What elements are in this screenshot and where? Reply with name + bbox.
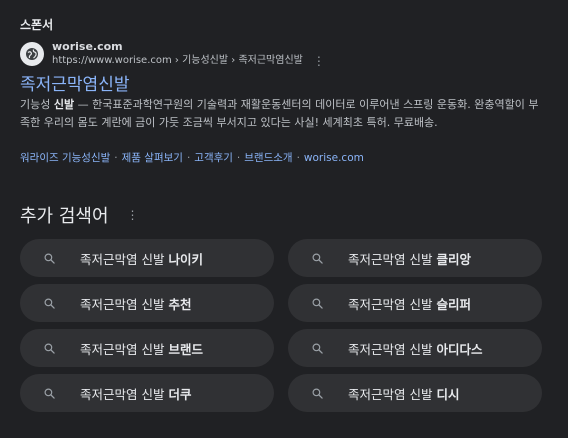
chip-keyword: 디시 [436,386,460,402]
sitelink[interactable]: 제품 살펴보기 [122,152,183,164]
more-vert-icon[interactable]: ⋮ [313,54,325,68]
chip-keyword: 아디다스 [436,341,483,357]
ad-description-lead: 기능성 [20,98,54,111]
sitelink[interactable]: 워라이즈 기능성신발 [20,152,110,164]
chip-keyword: 더쿠 [168,386,192,402]
more-vert-icon[interactable]: ⋮ [127,208,139,222]
sponsor-label: 스폰서 [20,18,54,32]
related-search-chip[interactable]: 족저근막염 신발 브랜드 [20,329,274,367]
chip-keyword: 브랜드 [168,341,203,357]
site-url-row: https://www.worise.com › 기능성신발 › 족저근막염신발… [52,54,325,68]
chip-keyword: 추천 [168,296,192,312]
chip-text: 족저근막염 신발 나이키 [80,249,203,268]
related-search-chip[interactable]: 족저근막염 신발 추천 [20,284,274,322]
globe-icon [20,42,44,66]
search-icon [44,253,55,264]
sitelink[interactable]: 고객후기 [194,152,233,164]
chip-text: 족저근막염 신발 디시 [348,384,459,403]
ad-title-link[interactable]: 족저근막염신발 [20,70,129,95]
search-icon [44,388,55,399]
related-search-chip[interactable]: 족저근막염 신발 슬리퍼 [288,284,542,322]
related-search-chip[interactable]: 족저근막염 신발 디시 [288,374,542,412]
chip-keyword: 슬리퍼 [436,296,471,312]
search-icon [312,298,323,309]
advertiser-site-row[interactable]: worise.com https://www.worise.com › 기능성신… [20,40,325,68]
ad-description-bold: 신발 [53,98,75,111]
chip-prefix: 족저근막염 신발 [348,341,437,357]
chip-text: 족저근막염 신발 슬리퍼 [348,294,471,313]
more-searches-header: 추가 검색어 ⋮ [20,202,139,228]
related-search-chip[interactable]: 족저근막염 신발 클리앙 [288,239,542,277]
site-name[interactable]: worise.com [52,40,325,54]
chip-prefix: 족저근막염 신발 [348,251,437,267]
ad-description-rest: — 한국표준과학연구원의 기술력과 재활운동센터의 데이터로 이루어낸 스프링 … [20,98,539,129]
chip-text: 족저근막염 신발 추천 [80,294,191,313]
chip-prefix: 족저근막염 신발 [80,386,169,402]
related-search-chip[interactable]: 족저근막염 신발 아디다스 [288,329,542,367]
chip-text: 족저근막염 신발 클리앙 [348,249,471,268]
ad-description: 기능성 신발 — 한국표준과학연구원의 기술력과 재활운동센터의 데이터로 이루… [20,96,540,132]
more-searches-title: 추가 검색어 [20,206,109,227]
chip-prefix: 족저근막염 신발 [80,251,169,267]
search-icon [44,298,55,309]
chip-prefix: 족저근막염 신발 [80,296,169,312]
chip-prefix: 족저근막염 신발 [348,296,437,312]
search-icon [312,343,323,354]
chip-text: 족저근막염 신발 브랜드 [80,339,203,358]
search-icon [312,253,323,264]
related-search-chip[interactable]: 족저근막염 신발 나이키 [20,239,274,277]
search-icon [44,343,55,354]
chip-keyword: 클리앙 [436,251,471,267]
separator: · [236,152,241,164]
chip-prefix: 족저근막염 신발 [80,341,169,357]
sitelinks: 워라이즈 기능성신발 · 제품 살펴보기 · 고객후기 · 브랜드소개 · worise.com [20,150,364,165]
chip-keyword: 나이키 [168,251,203,267]
sitelink[interactable]: 브랜드소개 [244,152,292,164]
search-icon [312,388,323,399]
chip-text: 족저근막염 신발 아디다스 [348,339,482,358]
chip-text: 족저근막염 신발 더쿠 [80,384,191,403]
separator: · [114,152,118,164]
site-url[interactable]: https://www.worise.com › 기능성신발 › 족저근막염신발 [52,54,303,68]
sitelink[interactable]: worise.com [304,152,364,164]
separator: · [296,152,300,164]
related-search-chip[interactable]: 족저근막염 신발 더쿠 [20,374,274,412]
chip-prefix: 족저근막염 신발 [348,386,437,402]
separator: · [186,152,191,164]
